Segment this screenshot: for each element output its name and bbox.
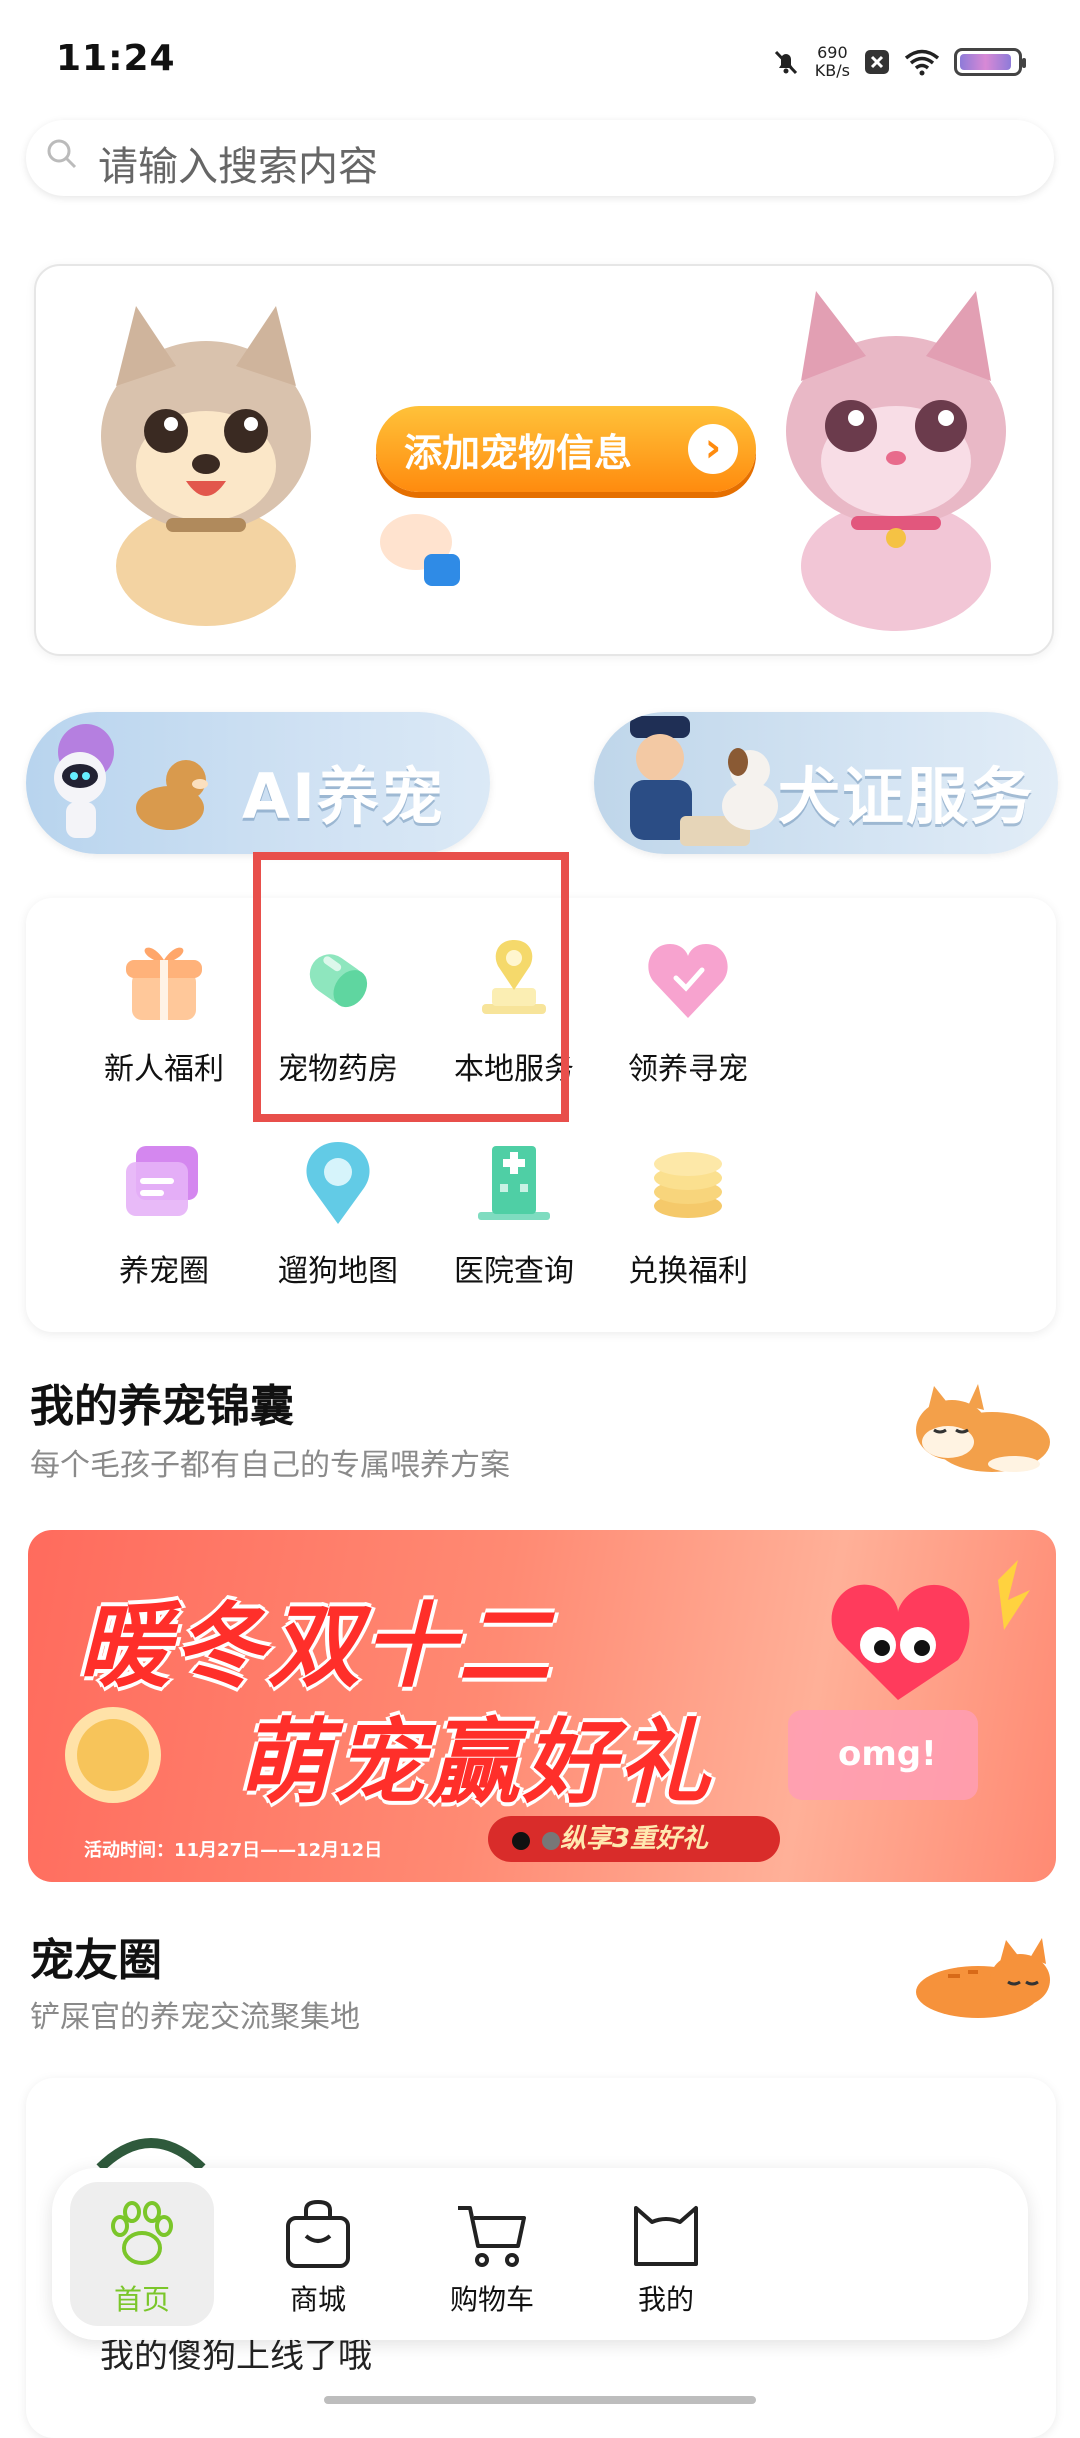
grid-label: 遛狗地图 (278, 1254, 398, 1289)
cat-illustration (786, 291, 1006, 631)
dog-illustration (101, 306, 311, 626)
pointing-hand-icon (380, 514, 460, 586)
heart-basket-illustration: omg! (788, 1560, 1030, 1800)
wifi-icon (904, 49, 940, 76)
search-bar[interactable]: 请输入搜索内容 (26, 120, 1054, 196)
promo-headline-2: 萌宠赢好礼 (238, 1709, 714, 1816)
ai-pet-care-label: AI养宠 (242, 760, 446, 833)
nav-cart[interactable]: 购物车 (420, 2182, 564, 2326)
grid-item-dog-walk-map[interactable]: 遛狗地图 (238, 1132, 438, 1290)
police-dog-illustration (630, 716, 778, 846)
grid-label: 新人福利 (104, 1052, 224, 1087)
sleeping-shiba-icon (916, 1384, 1050, 1472)
ai-pet-care-card[interactable]: AI养宠 (26, 712, 490, 854)
cart-icon (458, 2206, 526, 2267)
robot-dog-illustration (54, 724, 208, 838)
carousel-dots (512, 1832, 560, 1850)
add-pet-info-button[interactable]: 添加宠物信息 › (376, 406, 756, 492)
cat-face-icon (634, 2206, 698, 2266)
chevron-right-icon: › (688, 424, 738, 474)
coin-illustration (65, 1707, 161, 1803)
paw-icon (111, 2201, 173, 2265)
section-title-pet-tips: 我的养宠锦囊 (30, 1381, 294, 1432)
nav-label: 我的 (637, 2283, 694, 2316)
nav-mall[interactable]: 商城 (246, 2182, 390, 2326)
hospital-icon (478, 1146, 550, 1220)
section-title-pet-circle: 宠友圈 (30, 1935, 162, 1986)
carousel-dot-active (512, 1832, 530, 1850)
section-subtitle-pet-circle: 铲屎官的养宠交流聚集地 (30, 2000, 360, 2035)
section-subtitle-pet-tips: 每个毛孩子都有自己的专属喂养方案 (30, 1448, 510, 1483)
heart-icon (648, 944, 728, 1018)
svg-text:omg!: omg! (838, 1734, 937, 1774)
status-icons: 690 KB/s (771, 44, 1026, 80)
nav-label: 购物车 (449, 2283, 534, 2316)
carousel-dot (542, 1832, 560, 1850)
grid-label: 兑换福利 (628, 1254, 748, 1289)
status-bar: 11:24 690 KB/s (0, 0, 1080, 120)
grid-item-new-user-benefits[interactable]: 新人福利 (64, 930, 264, 1088)
chat-bubble-icon (126, 1146, 198, 1216)
search-placeholder: 请输入搜索内容 (98, 144, 378, 190)
dog-license-label: 犬证服务 (778, 760, 1035, 833)
avatar (96, 2138, 206, 2168)
grid-label: 医院查询 (454, 1254, 574, 1289)
nav-label: 首页 (113, 2283, 170, 2316)
clock: 11:24 (56, 38, 176, 79)
net-speed-value: 690 (817, 43, 848, 62)
battery-icon (954, 48, 1026, 76)
bottom-nav: 首页 商城 购物车 我的 (52, 2168, 1028, 2340)
nav-home[interactable]: 首页 (70, 2182, 214, 2326)
grid-item-hospital-search[interactable]: 医院查询 (414, 1132, 614, 1290)
add-pet-info-label: 添加宠物信息 (404, 430, 633, 475)
promo-banner[interactable]: 暖冬双十二 萌宠赢好礼 活动时间：11月27日——12月12日 纵享3重好礼 o… (28, 1530, 1056, 1882)
grid-item-adopt-find-pet[interactable]: 领养寻宠 (588, 930, 788, 1088)
grid-item-pet-circle[interactable]: 养宠圈 (64, 1132, 264, 1290)
nav-label: 商城 (289, 2283, 346, 2316)
promo-headline-1: 暖冬双十二 (78, 1593, 554, 1700)
mute-bell-icon (774, 50, 797, 75)
gift-icon (126, 947, 202, 1020)
highlight-box (253, 852, 569, 1122)
home-indicator[interactable] (324, 2396, 756, 2404)
close-box-icon (865, 50, 889, 74)
promo-date: 活动时间：11月27日——12月12日 (84, 1840, 383, 1861)
nav-profile[interactable]: 我的 (594, 2182, 738, 2326)
grid-label: 养宠圈 (119, 1254, 209, 1289)
grid-item-redeem-benefits[interactable]: 兑换福利 (588, 1132, 788, 1290)
coins-icon (654, 1152, 722, 1218)
net-speed-unit: KB/s (814, 61, 850, 80)
search-icon (47, 139, 77, 169)
grid-label: 领养寻宠 (628, 1052, 748, 1087)
net-speed: 690 KB/s (815, 44, 850, 80)
shopping-bag-icon (286, 2199, 350, 2268)
sleeping-cat-icon (916, 1938, 1050, 2018)
dog-license-card[interactable]: 犬证服务 (594, 712, 1058, 854)
add-pet-banner[interactable]: 添加宠物信息 › (34, 264, 1054, 656)
map-pin-icon (306, 1142, 370, 1224)
